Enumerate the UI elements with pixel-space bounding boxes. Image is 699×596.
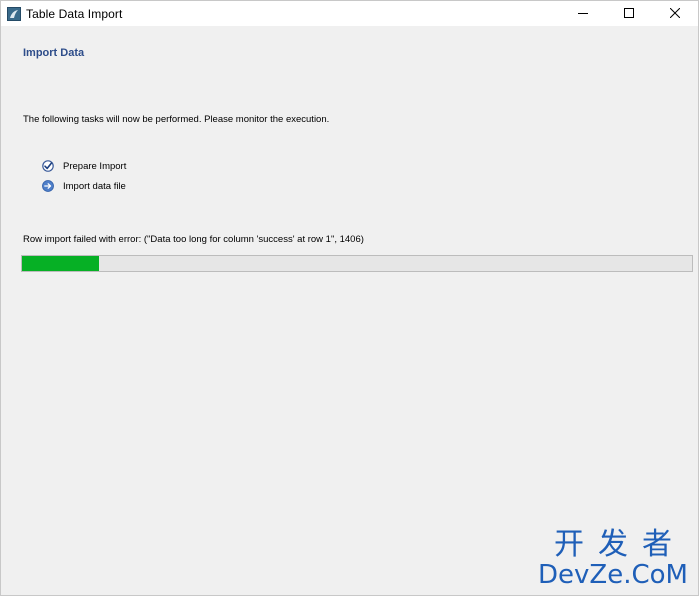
table-data-import-window: Table Data Import Import Data The follow… [0, 0, 699, 596]
window-title: Table Data Import [26, 6, 123, 21]
import-progress-bar [21, 255, 693, 272]
minimize-icon [578, 5, 588, 23]
minimize-button[interactable] [560, 1, 606, 26]
window-controls [560, 1, 698, 26]
app-icon [7, 6, 21, 21]
arrow-right-icon [42, 180, 54, 192]
close-button[interactable] [652, 1, 698, 26]
watermark-logo: 开发者 DevZe.CoM [538, 529, 688, 590]
progress-fill [22, 256, 100, 271]
maximize-icon [624, 5, 634, 23]
task-list: Prepare Import Import data file [42, 156, 126, 196]
task-label: Prepare Import [63, 160, 127, 172]
checkmark-icon [42, 160, 54, 172]
task-label: Import data file [63, 180, 126, 192]
watermark-line-2: DevZe.CoM [538, 560, 688, 590]
page-title: Import Data [23, 47, 85, 59]
intro-text: The following tasks will now be performe… [23, 114, 330, 125]
watermark-line-1: 开发者 [554, 527, 686, 562]
close-icon [669, 5, 681, 23]
error-message: Row import failed with error: ("Data too… [23, 234, 364, 245]
task-prepare-import: Prepare Import [42, 156, 126, 176]
maximize-button[interactable] [606, 1, 652, 26]
task-import-data-file: Import data file [42, 176, 126, 196]
title-bar[interactable]: Table Data Import [1, 1, 698, 26]
